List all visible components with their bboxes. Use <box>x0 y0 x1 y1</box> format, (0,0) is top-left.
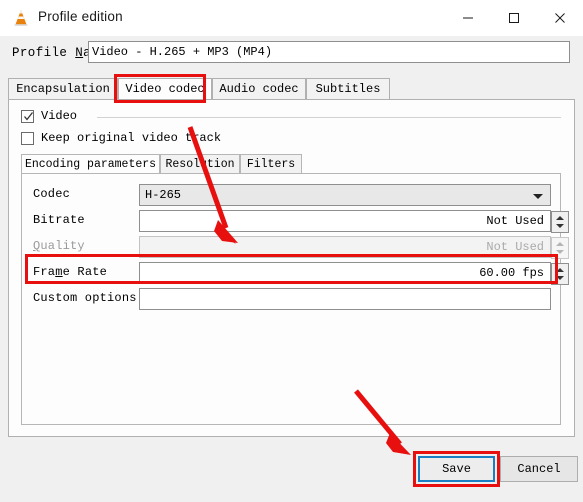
maximize-icon <box>509 13 519 23</box>
custom-options-input[interactable] <box>139 288 551 310</box>
quality-value: Not Used <box>486 240 544 254</box>
tab-audio-codec[interactable]: Audio codec <box>212 78 306 100</box>
keep-original-track-row[interactable]: Keep original video track <box>21 131 321 149</box>
tab-encapsulation[interactable]: Encapsulation <box>8 78 118 100</box>
stepper-down-icon[interactable] <box>556 276 564 280</box>
minimize-button[interactable] <box>445 0 491 36</box>
group-divider <box>97 117 561 118</box>
tab-video-codec[interactable]: Video codec <box>118 78 212 101</box>
subtab-encoding-parameters[interactable]: Encoding parameters <box>21 154 160 175</box>
subtab-resolution[interactable]: Resolution <box>160 154 240 174</box>
quality-label: Quality <box>33 239 85 253</box>
keep-original-checkbox[interactable] <box>21 132 34 145</box>
main-tab-strip: Encapsulation Video codec Audio codec Su… <box>8 78 575 101</box>
sub-tab-strip: Encoding parameters Resolution Filters <box>21 154 561 175</box>
quality-stepper <box>551 237 569 259</box>
tab-subtitles[interactable]: Subtitles <box>306 78 390 100</box>
frame-rate-stepper[interactable] <box>551 263 569 285</box>
frame-rate-row: Frame Rate 60.00 fps <box>33 262 569 285</box>
quality-label-suffix: uality <box>40 239 85 253</box>
frame-rate-input[interactable]: 60.00 fps <box>139 262 569 285</box>
vlc-cone-icon <box>12 9 30 27</box>
frame-rate-label: Frame Rate <box>33 265 107 279</box>
codec-combobox[interactable]: H-265 <box>139 184 551 206</box>
subtab-filters[interactable]: Filters <box>240 154 302 174</box>
bitrate-value: Not Used <box>486 214 544 228</box>
close-button[interactable] <box>537 0 583 36</box>
keep-original-checkbox-label: Keep original video track <box>41 131 222 145</box>
codec-label: Codec <box>33 187 71 201</box>
frame-rate-label-part2: e Rate <box>62 265 108 279</box>
video-enable-row[interactable]: Video <box>21 109 561 127</box>
profile-name-label-mnemonic: N <box>75 46 84 60</box>
stepper-up-icon[interactable] <box>556 216 564 220</box>
save-button[interactable]: Save <box>418 456 495 482</box>
codec-value: H-265 <box>145 188 182 202</box>
stepper-down-icon <box>556 250 564 254</box>
chevron-down-icon <box>533 194 543 199</box>
quality-input: Not Used <box>139 236 569 259</box>
video-codec-panel: Video Keep original video track Encoding… <box>8 99 575 437</box>
bitrate-input[interactable]: Not Used <box>139 210 569 233</box>
frame-rate-value: 60.00 fps <box>479 266 544 280</box>
video-checkbox[interactable] <box>21 110 34 123</box>
codec-row: Codec H-265 <box>33 184 551 206</box>
profile-name-input[interactable]: Video - H.265 + MP3 (MP4) <box>88 41 570 63</box>
profile-name-row: Profile Name Video - H.265 + MP3 (MP4) <box>0 36 583 70</box>
cancel-button[interactable]: Cancel <box>500 456 578 482</box>
bitrate-row: Bitrate Not Used <box>33 210 569 233</box>
quality-row: Quality Not Used <box>33 236 569 259</box>
close-icon <box>555 13 565 23</box>
stepper-down-icon[interactable] <box>556 224 564 228</box>
window-title: Profile edition <box>38 9 123 24</box>
title-bar: Profile edition <box>0 0 583 37</box>
minimize-icon <box>463 17 473 19</box>
custom-options-row: Custom options <box>33 288 551 310</box>
encoding-parameters-panel: Codec H-265 Bitrate Not Used Quality Not… <box>21 173 569 425</box>
bitrate-label: Bitrate <box>33 213 85 227</box>
bitrate-stepper[interactable] <box>551 211 569 233</box>
frame-rate-label-part1: Fra <box>33 265 56 279</box>
maximize-button[interactable] <box>491 0 537 36</box>
video-checkbox-label: Video <box>41 109 78 123</box>
stepper-up-icon <box>556 242 564 246</box>
checkmark-icon <box>24 112 34 121</box>
profile-name-label-prefix: Profile <box>12 46 76 60</box>
frame-rate-label-mnemonic: m <box>55 265 63 279</box>
custom-options-label: Custom options <box>33 291 137 305</box>
stepper-up-icon[interactable] <box>556 268 564 272</box>
